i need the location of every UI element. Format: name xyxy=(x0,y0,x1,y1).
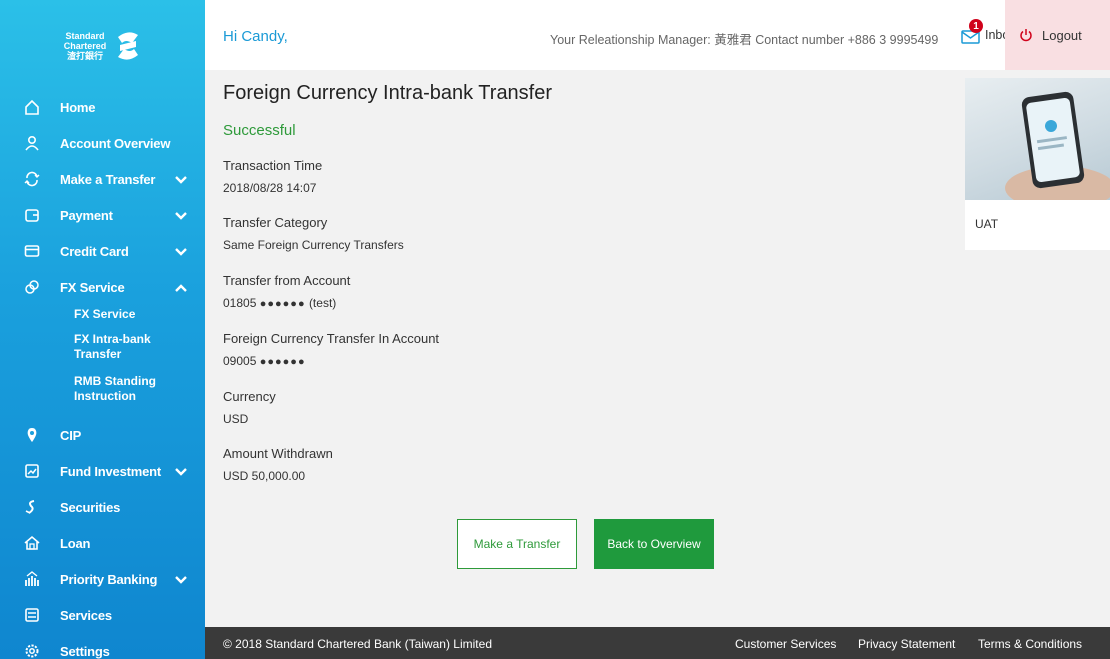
sidebar-item-payment[interactable]: Payment xyxy=(0,200,205,230)
logout-button[interactable]: Logout xyxy=(1005,0,1110,70)
transfer-category-label: Transfer Category xyxy=(223,215,328,230)
copyright-text: © 2018 Standard Chartered Bank (Taiwan) … xyxy=(223,637,492,651)
sidebar: Standard Chartered 渣打銀行 Home Account Ove… xyxy=(0,0,205,659)
home-icon xyxy=(24,99,40,115)
sidebar-item-credit-card[interactable]: Credit Card xyxy=(0,236,205,266)
sidebar-item-securities[interactable]: Securities xyxy=(0,492,205,522)
sidebar-item-label: Payment xyxy=(60,207,113,223)
inbox-count-badge: 1 xyxy=(969,19,983,33)
transfer-icon xyxy=(24,171,40,187)
back-to-overview-button[interactable]: Back to Overview xyxy=(594,519,714,569)
fx-icon xyxy=(24,279,40,295)
transfer-from-account-label: Transfer from Account xyxy=(223,273,351,288)
sidebar-item-settings[interactable]: Settings xyxy=(0,636,205,659)
transfer-category-value: Same Foreign Currency Transfers xyxy=(223,238,404,252)
top-header: Hi Candy, Your Releationship Manager: 黃雅… xyxy=(205,0,1110,70)
payment-icon xyxy=(24,207,40,223)
user-icon xyxy=(24,135,40,151)
transfer-from-account-value: 01805 ●●●●●● (test) xyxy=(223,296,336,310)
sidebar-subitem-fx-intra-bank-transfer[interactable]: FX Intra-bank Transfer xyxy=(74,332,164,362)
sidebar-item-label: Make a Transfer xyxy=(60,171,156,187)
transfer-in-account-value: 09005 ●●●●●● xyxy=(223,354,306,368)
phone-in-hand-image xyxy=(1005,91,1110,200)
sidebar-item-fund-investment[interactable]: Fund Investment xyxy=(0,456,205,486)
chevron-down-icon[interactable] xyxy=(175,209,187,221)
sidebar-item-cip[interactable]: CIP xyxy=(0,420,205,450)
transaction-status: Successful xyxy=(223,122,296,139)
standard-chartered-logo[interactable]: Standard Chartered 渣打銀行 xyxy=(60,24,150,68)
securities-icon xyxy=(24,499,40,515)
logo-mark-icon xyxy=(118,32,138,60)
logout-label: Logout xyxy=(1042,27,1082,43)
sidebar-item-label: Priority Banking xyxy=(60,571,158,587)
account-number-prefix: 09005 xyxy=(223,354,257,368)
masked-digits: ●●●●●● xyxy=(259,298,306,310)
sidebar-item-label: Services xyxy=(60,607,112,623)
transaction-time-value: 2018/08/28 14:07 xyxy=(223,181,317,195)
chevron-down-icon[interactable] xyxy=(175,173,187,185)
sidebar-item-home[interactable]: Home xyxy=(0,92,205,122)
masked-digits: ●●●●●● xyxy=(259,356,306,368)
sidebar-item-priority-banking[interactable]: Priority Banking xyxy=(0,564,205,594)
amount-withdrawn-value: USD 50,000.00 xyxy=(223,469,306,483)
currency-label: Currency xyxy=(223,389,276,404)
relationship-manager-info: Your Releationship Manager: 黃雅君 Contact … xyxy=(550,33,939,47)
sidebar-item-label: Loan xyxy=(60,535,91,551)
sidebar-item-account-overview[interactable]: Account Overview xyxy=(0,128,205,158)
sidebar-item-services[interactable]: Services xyxy=(0,600,205,630)
sidebar-item-label: Home xyxy=(60,99,96,115)
sidebar-item-loan[interactable]: Loan xyxy=(0,528,205,558)
sidebar-item-make-transfer[interactable]: Make a Transfer xyxy=(0,164,205,194)
sidebar-item-label: CIP xyxy=(60,427,82,443)
sidebar-item-label: Fund Investment xyxy=(60,463,162,479)
chevron-down-icon[interactable] xyxy=(175,245,187,257)
main-content: Foreign Currency Intra-bank Transfer Suc… xyxy=(205,70,1110,627)
sidebar-subitem-rmb-standing-instruction[interactable]: RMB Standing Instruction xyxy=(74,374,174,404)
account-nickname: (test) xyxy=(308,296,337,310)
sidebar-item-label: Settings xyxy=(60,643,110,659)
credit-card-icon xyxy=(24,243,40,259)
amount-withdrawn-label: Amount Withdrawn xyxy=(223,446,333,461)
fund-icon xyxy=(24,463,40,479)
cip-icon xyxy=(24,427,40,443)
currency-value: USD xyxy=(223,412,249,426)
sidebar-item-fx-service[interactable]: FX Service xyxy=(0,272,205,302)
mail-icon: 1 xyxy=(961,19,983,44)
page-title: Foreign Currency Intra-bank Transfer xyxy=(223,82,553,104)
sidebar-item-label: Account Overview xyxy=(60,135,171,151)
logo-text: Standard Chartered 渣打銀行 xyxy=(63,31,107,61)
services-icon xyxy=(24,607,40,623)
transfer-in-account-label: Foreign Currency Transfer In Account xyxy=(223,331,440,346)
transaction-time-label: Transaction Time xyxy=(223,158,323,173)
sidebar-item-label: Credit Card xyxy=(60,243,129,259)
chevron-down-icon[interactable] xyxy=(175,465,187,477)
power-icon xyxy=(1020,29,1032,42)
loan-icon xyxy=(24,535,40,551)
account-number-prefix: 01805 xyxy=(223,296,257,310)
footer-link-customer-services[interactable]: Customer Services xyxy=(735,637,836,651)
sidebar-item-label: FX Service xyxy=(60,279,125,295)
sidebar-subitem-fx-service[interactable]: FX Service xyxy=(74,307,135,322)
chevron-up-icon[interactable] xyxy=(175,281,187,293)
footer: © 2018 Standard Chartered Bank (Taiwan) … xyxy=(205,627,1110,659)
make-transfer-button[interactable]: Make a Transfer xyxy=(457,519,577,569)
promo-image xyxy=(965,78,1110,200)
priority-icon xyxy=(24,571,40,587)
settings-icon xyxy=(24,643,40,659)
greeting-text: Hi Candy, xyxy=(223,28,288,45)
footer-link-privacy-statement[interactable]: Privacy Statement xyxy=(858,637,955,651)
chevron-down-icon[interactable] xyxy=(175,573,187,585)
sidebar-item-label: Securities xyxy=(60,499,121,515)
promo-label: UAT xyxy=(975,217,999,231)
footer-link-terms-conditions[interactable]: Terms & Conditions xyxy=(978,637,1082,651)
promo-card[interactable]: UAT xyxy=(965,78,1110,250)
